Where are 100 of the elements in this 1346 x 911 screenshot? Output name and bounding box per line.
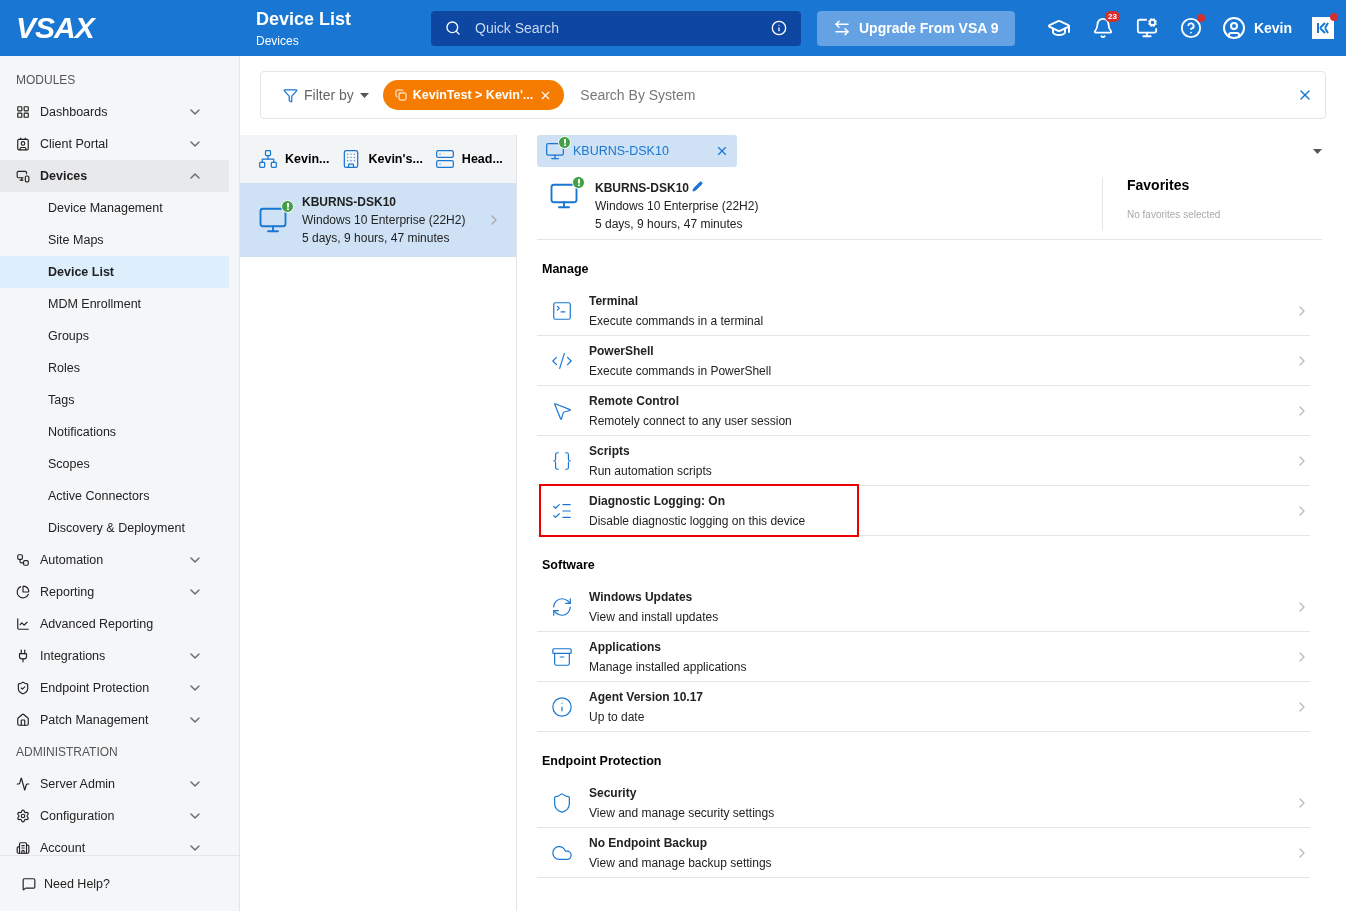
sidebar-subitem[interactable]: Notifications xyxy=(0,416,229,448)
sidebar-subitem[interactable]: Device Management xyxy=(0,192,229,224)
info-icon xyxy=(551,695,573,718)
workflow-icon xyxy=(16,553,30,567)
caret-down-icon[interactable] xyxy=(359,92,369,98)
section-heading: Manage xyxy=(541,261,590,278)
action-row[interactable]: Diagnostic Logging: On Disable diagnostic logging on this device xyxy=(537,486,1310,536)
sidebar-item[interactable]: Automation xyxy=(0,544,229,576)
action-row[interactable]: Scripts Run automation scripts xyxy=(537,436,1310,486)
action-description: Run automation scripts xyxy=(589,463,713,478)
sidebar-item[interactable]: Reporting xyxy=(0,576,229,608)
sidebar-item[interactable]: Account xyxy=(0,832,229,855)
device-row[interactable]: KBURNS-DSK10 Windows 10 Enterprise (22H2) 5 days, 9 hours, 47 minutes xyxy=(240,183,516,257)
action-row[interactable]: PowerShell Execute commands in PowerShell xyxy=(537,336,1310,386)
action-title: Applications xyxy=(589,639,662,654)
server-icon xyxy=(434,149,455,169)
line-chart-icon xyxy=(16,617,30,631)
notification-badge: 23 xyxy=(1104,11,1120,22)
refresh-icon xyxy=(551,595,573,618)
action-title: Security xyxy=(589,785,638,800)
close-icon[interactable] xyxy=(715,144,729,158)
logo[interactable]: VSAX xyxy=(16,11,256,45)
sidebar-item[interactable]: Endpoint Protection xyxy=(0,672,229,704)
section-heading: MODULES xyxy=(15,72,77,89)
action-row[interactable]: Security View and manage security settings xyxy=(537,778,1310,828)
sidebar-item[interactable]: Dashboards xyxy=(0,96,229,128)
action-description: View and install updates xyxy=(589,609,720,624)
sidebar-item[interactable]: Devices xyxy=(0,160,229,192)
action-title: Windows Updates xyxy=(589,589,694,604)
action-description: Manage installed applications xyxy=(589,659,748,674)
k-logo-icon xyxy=(1316,21,1330,35)
favorites-empty-text: No favorites selected xyxy=(1127,209,1222,220)
sidebar-item[interactable]: Patch Management xyxy=(0,704,229,736)
help-link[interactable]: Need Help? xyxy=(0,855,239,911)
caret-down-icon[interactable] xyxy=(1313,148,1322,154)
action-title: Scripts xyxy=(589,443,631,458)
sidebar-subitem[interactable]: Device List xyxy=(0,256,229,288)
shield-icon xyxy=(16,681,30,695)
action-row[interactable]: Agent Version 10.17 Up to date xyxy=(537,682,1310,732)
action-title: Agent Version 10.17 xyxy=(589,689,705,704)
action-row[interactable]: Applications Manage installed applications xyxy=(537,632,1310,682)
page-title: Device List xyxy=(256,8,353,30)
action-description: Execute commands in PowerShell xyxy=(589,363,773,378)
filter-icon xyxy=(283,87,298,103)
sidebar-item[interactable]: Advanced Reporting xyxy=(0,608,229,640)
info-icon[interactable] xyxy=(771,20,787,36)
action-description: Remotely connect to any user session xyxy=(589,413,793,428)
action-title: PowerShell xyxy=(589,343,655,358)
device-name: KBURNS-DSK10 xyxy=(302,195,397,209)
device-os: Windows 10 Enterprise (22H2) xyxy=(302,213,467,227)
sidebar-subitem[interactable]: Active Connectors xyxy=(0,480,229,512)
filter-bar[interactable]: Filter by KevinTest > Kevin'... Search By System xyxy=(260,71,1326,119)
pie-chart-icon xyxy=(16,585,30,599)
sidebar-subitem[interactable]: Groups xyxy=(0,320,229,352)
monitor-pulse-icon xyxy=(16,777,30,791)
sidebar-item[interactable]: Configuration xyxy=(0,800,229,832)
action-description: View and manage backup settings xyxy=(589,855,773,870)
sidebar-item[interactable]: Integrations xyxy=(0,640,229,672)
action-title: Remote Control xyxy=(589,393,680,408)
breadcrumb-item[interactable]: Kevin's... xyxy=(341,149,423,169)
action-description: Disable diagnostic logging on this device xyxy=(589,513,807,528)
sidebar-subitem[interactable]: MDM Enrollment xyxy=(0,288,229,320)
terminal-icon xyxy=(551,299,573,322)
search-input[interactable]: Quick Search xyxy=(473,19,759,37)
filter-dropdown[interactable]: Filter by xyxy=(277,86,375,104)
braces-icon xyxy=(551,449,573,472)
device-name: KBURNS-DSK10 xyxy=(595,181,1102,195)
breadcrumb-item[interactable]: Kevin... xyxy=(258,149,330,169)
action-description: View and manage security settings xyxy=(589,805,776,820)
gear-icon xyxy=(16,809,30,823)
search-icon xyxy=(445,20,461,36)
devices-icon xyxy=(16,169,30,183)
sidebar-subitem[interactable]: Scopes xyxy=(0,448,229,480)
action-row[interactable]: Remote Control Remotely connect to any user session xyxy=(537,386,1310,436)
device-tab[interactable]: KBURNS-DSK10 xyxy=(537,135,737,167)
grid-icon xyxy=(16,105,30,119)
sidebar-subitem[interactable]: Roles xyxy=(0,352,229,384)
sidebar-item[interactable]: Client Portal xyxy=(0,128,229,160)
section-heading: Software xyxy=(541,557,596,574)
house-icon xyxy=(16,713,30,727)
action-description: Up to date xyxy=(589,709,646,724)
breadcrumb-item[interactable]: Head... xyxy=(434,149,503,169)
sidebar-subitem[interactable]: Discovery & Deployment xyxy=(0,512,229,544)
action-row[interactable]: Windows Updates View and install updates xyxy=(537,582,1310,632)
sidebar-subitem[interactable]: Tags xyxy=(0,384,229,416)
sidebar-subitem[interactable]: Site Maps xyxy=(0,224,229,256)
contact-card-icon xyxy=(16,137,30,151)
building-icon xyxy=(16,841,30,855)
edit-icon[interactable] xyxy=(692,181,704,192)
quick-search-field[interactable]: Quick Search xyxy=(431,10,801,46)
action-row[interactable]: No Endpoint Backup View and manage backup settings xyxy=(537,828,1310,878)
favorites-title: Favorites xyxy=(1127,177,1191,193)
action-row[interactable]: Terminal Execute commands in a terminal xyxy=(537,286,1310,336)
network-icon xyxy=(258,149,278,169)
swap-arrows-icon xyxy=(833,19,851,37)
page-subtitle: Devices xyxy=(256,33,300,48)
shield-icon xyxy=(551,791,573,814)
user-menu[interactable]: Kevin xyxy=(1221,16,1292,40)
device-os: Windows 10 Enterprise (22H2) xyxy=(595,199,760,213)
sidebar-item[interactable]: Server Admin xyxy=(0,768,229,800)
